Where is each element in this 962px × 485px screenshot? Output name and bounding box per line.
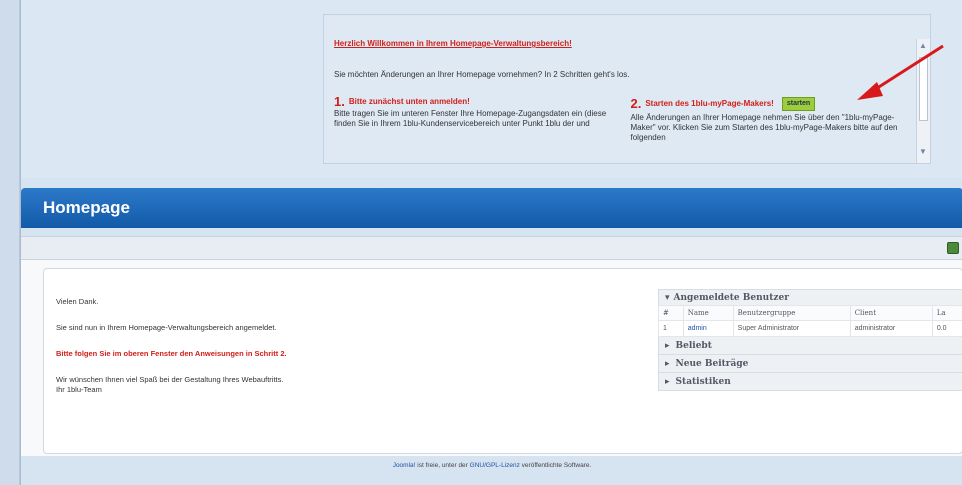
chevron-right-icon: ▸ <box>665 376 670 387</box>
chevron-right-icon: ▸ <box>665 340 670 351</box>
start-button[interactable]: starten <box>781 97 816 111</box>
page-header: Homepage <box>21 188 962 228</box>
logged-in-text: Sie sind nun in Ihrem Homepage-Verwaltun… <box>56 323 277 332</box>
red-arrow-icon <box>857 44 944 100</box>
step-1-label: Bitte zunächst unten anmelden! <box>348 97 470 106</box>
col-name: Name <box>682 305 734 321</box>
footer: Joomla! ist freie, unter der GNU/GPL-Liz… <box>21 462 962 469</box>
user-group: Super Administrator <box>732 320 851 337</box>
user-last: 0.0 <box>931 320 962 337</box>
footer-text-1: ist freie, unter der <box>415 462 470 469</box>
left-frame-strip <box>0 0 20 485</box>
modules-column: ▾ Angemeldete Benutzer # Name Benutzergr… <box>658 289 962 433</box>
row-number: 1 <box>658 320 684 337</box>
wish-text: Wir wünschen Ihnen viel Spaß bei der Ges… <box>56 375 284 384</box>
step-1-text: Bitte tragen Sie im unteren Fenster Ihre… <box>334 109 607 128</box>
thanks-text: Vielen Dank. <box>56 297 99 306</box>
module-stats-label: Statistiken <box>675 376 731 387</box>
logout-icon[interactable] <box>947 242 959 254</box>
module-popular[interactable]: ▸ Beliebt <box>658 337 962 355</box>
step-2-number: 2. <box>630 96 642 111</box>
step-1-number: 1. <box>334 94 345 109</box>
table-row: 1 admin Super Administrator administrato… <box>658 320 962 337</box>
main-message: Vielen Dank. Sie sind nun in Ihrem Homep… <box>56 297 646 395</box>
col-last: La <box>931 305 962 321</box>
logged-in-users-header[interactable]: ▾ Angemeldete Benutzer <box>658 289 962 305</box>
scroll-down-icon[interactable]: ▼ <box>919 147 927 156</box>
toolbar <box>21 236 962 260</box>
module-stats[interactable]: ▸ Statistiken <box>658 373 962 391</box>
user-link[interactable]: admin <box>682 320 734 337</box>
footer-text-2: veröffentlichte Software. <box>519 462 592 469</box>
welcome-title[interactable]: Herzlich Willkommen in Ihrem Homepage-Ve… <box>334 39 909 48</box>
chevron-down-icon: ▾ <box>665 292 670 303</box>
module-new-posts-label: Neue Beiträge <box>675 358 749 369</box>
logged-in-users-title: Angemeldete Benutzer <box>673 292 789 303</box>
admin-frame: Herzlich Willkommen in Ihrem Homepage-Ve… <box>20 0 962 485</box>
content-panel: Vielen Dank. Sie sind nun in Ihrem Homep… <box>43 268 962 454</box>
joomla-link[interactable]: Joomla! <box>393 462 416 469</box>
page-title: Homepage <box>43 198 130 217</box>
signature-text: Ihr 1blu-Team <box>56 385 102 394</box>
instruction-text: Bitte folgen Sie im oberen Fenster den A… <box>56 349 287 358</box>
col-number: # <box>658 305 684 321</box>
chevron-right-icon: ▸ <box>665 358 670 369</box>
welcome-subtitle: Sie möchten Änderungen an Ihrer Homepage… <box>334 70 630 79</box>
logged-in-users-table: # Name Benutzergruppe Client La 1 admin … <box>658 305 962 337</box>
col-client: Client <box>849 305 933 321</box>
content-area: Vielen Dank. Sie sind nun in Ihrem Homep… <box>21 260 962 456</box>
module-new-posts[interactable]: ▸ Neue Beiträge <box>658 355 962 373</box>
welcome-box: Herzlich Willkommen in Ihrem Homepage-Ve… <box>323 14 931 164</box>
top-frame: Herzlich Willkommen in Ihrem Homepage-Ve… <box>21 0 962 178</box>
col-group: Benutzergruppe <box>732 305 851 321</box>
license-link[interactable]: GNU/GPL-Lizenz <box>470 462 520 469</box>
user-client: administrator <box>849 320 933 337</box>
module-popular-label: Beliebt <box>675 340 712 351</box>
step-2-text: Alle Änderungen an Ihrer Homepage nehmen… <box>630 113 898 142</box>
step-1: 1. Bitte zunächst unten anmelden! Bitte … <box>334 94 613 143</box>
step-2-label: Starten des 1blu-myPage-Makers! <box>645 99 774 108</box>
